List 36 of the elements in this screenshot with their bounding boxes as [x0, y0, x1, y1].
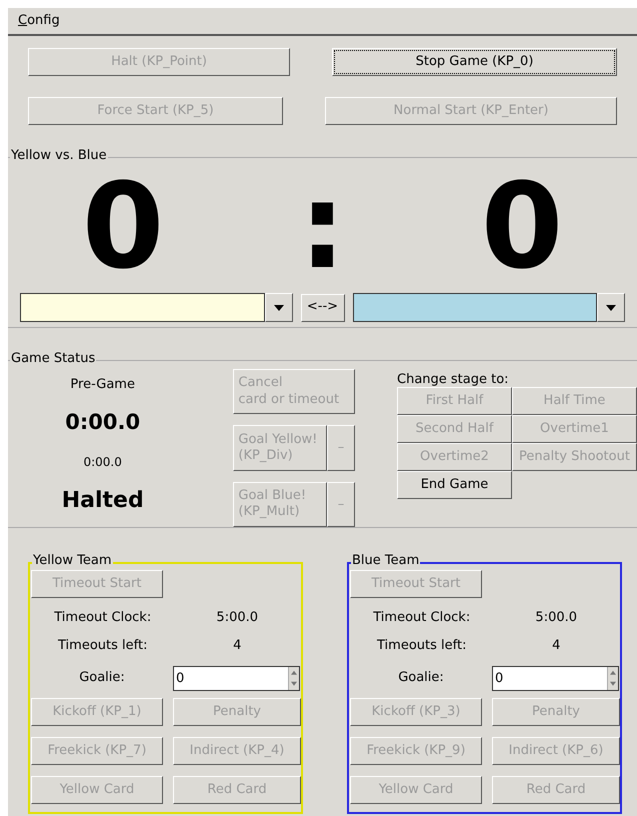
- goalie-label: Goalie:: [397, 669, 445, 688]
- team-score: 0: [82, 166, 166, 284]
- timeout-clock-label: Timeout Clock:: [372, 609, 472, 628]
- timeouts-left-label: Timeouts left:: [57, 637, 148, 656]
- goalie-value: 0: [175, 670, 186, 688]
- timeouts-left-value: 4: [551, 637, 562, 656]
- group-title: Game Status: [10, 352, 96, 365]
- team-score: 0: [480, 166, 564, 284]
- timeout-clock-label: Timeout Clock:: [53, 609, 152, 628]
- timeouts-left-label: Timeouts left:: [376, 637, 468, 656]
- stage-button[interactable]: End Game: [397, 471, 512, 499]
- game-clock: 0:00.0: [65, 409, 140, 436]
- change-stage-label: Change stage to:: [397, 371, 510, 387]
- swap-button[interactable]: <-->: [300, 294, 344, 322]
- game-state: Halted: [62, 486, 144, 514]
- dropdown-button[interactable]: [264, 293, 292, 322]
- timeout-clock-value: 5:00.0: [534, 609, 578, 628]
- team-title: Blue Team: [351, 554, 420, 567]
- score-separator: :: [298, 166, 348, 284]
- game-control-button[interactable]: Stop Game (KP_0): [332, 48, 617, 76]
- timeouts-left-value: 4: [232, 637, 242, 656]
- menu-item[interactable]: Config: [18, 11, 60, 31]
- stage-text: Pre-Game: [70, 376, 135, 394]
- team-color-field[interactable]: [20, 293, 264, 322]
- goalie-spinbox[interactable]: 0: [492, 666, 619, 690]
- team-title: Yellow Team: [32, 554, 113, 567]
- caret-icon: [606, 304, 616, 310]
- secondary-clock: 0:00.0: [83, 454, 122, 471]
- goalie-label: Goalie:: [78, 669, 126, 688]
- dropdown-button[interactable]: [597, 293, 625, 322]
- goalie-value: 0: [494, 670, 504, 688]
- group-title: Yellow vs. Blue: [10, 149, 108, 162]
- caret-icon: [274, 304, 284, 310]
- team-color-field[interactable]: [352, 293, 597, 322]
- goalie-spinbox[interactable]: 0: [173, 666, 300, 690]
- timeout-clock-value: 5:00.0: [215, 609, 260, 628]
